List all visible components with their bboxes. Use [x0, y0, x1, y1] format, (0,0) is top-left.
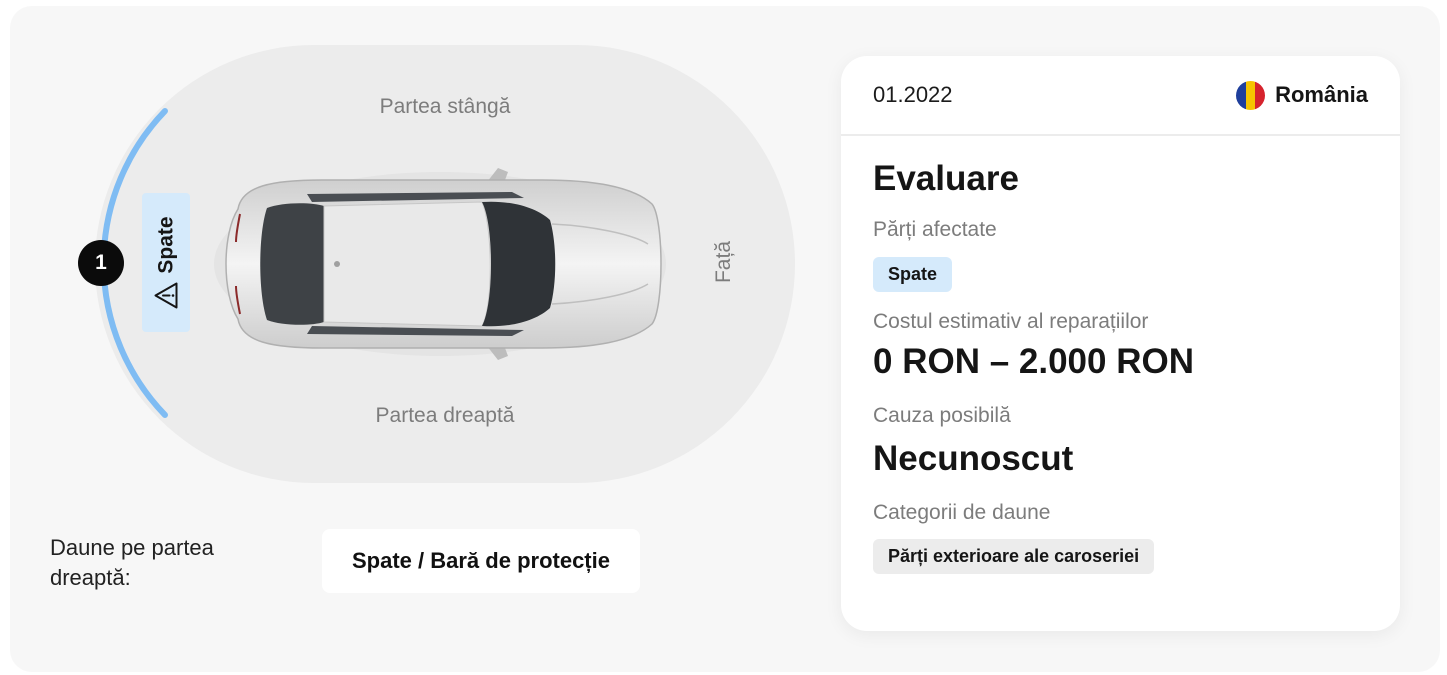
rear-zone-chip[interactable]: Spate: [142, 193, 190, 332]
cause-label: Cauza posibilă: [873, 404, 1011, 427]
categories-label: Categorii de daune: [873, 501, 1051, 524]
car-top-view-image: [214, 168, 666, 360]
assessment-card: 01.2022 România Evaluare Părți afectate …: [841, 56, 1400, 631]
card-title: Evaluare: [873, 159, 1019, 198]
damage-marker-badge[interactable]: 1: [78, 240, 124, 286]
card-header: 01.2022 România: [841, 56, 1400, 136]
romania-flag-icon: [1236, 80, 1266, 110]
cause-value: Necunoscut: [873, 439, 1074, 478]
country-indicator: România: [1236, 80, 1368, 110]
cost-label: Costul estimativ al reparațiilor: [873, 310, 1149, 333]
damage-side-label: Daune pe partea dreaptă:: [50, 535, 214, 590]
country-name: România: [1275, 82, 1368, 107]
rear-zone-label: Spate: [154, 215, 177, 274]
affected-parts-label: Părți afectate: [873, 218, 997, 241]
cost-value: 0 RON – 2.000 RON: [873, 342, 1194, 381]
affected-part-tag: Spate: [873, 257, 953, 292]
right-side-label: Partea dreaptă: [375, 404, 515, 427]
warning-icon: [153, 281, 179, 309]
damage-location-value: Spate / Bară de protecție: [322, 529, 640, 593]
damage-category-tag: Părți exterioare ale caroseriei: [873, 539, 1155, 574]
front-label[interactable]: Față: [712, 222, 736, 302]
assessment-date: 01.2022: [873, 82, 953, 107]
left-side-label: Partea stângă: [379, 95, 511, 118]
